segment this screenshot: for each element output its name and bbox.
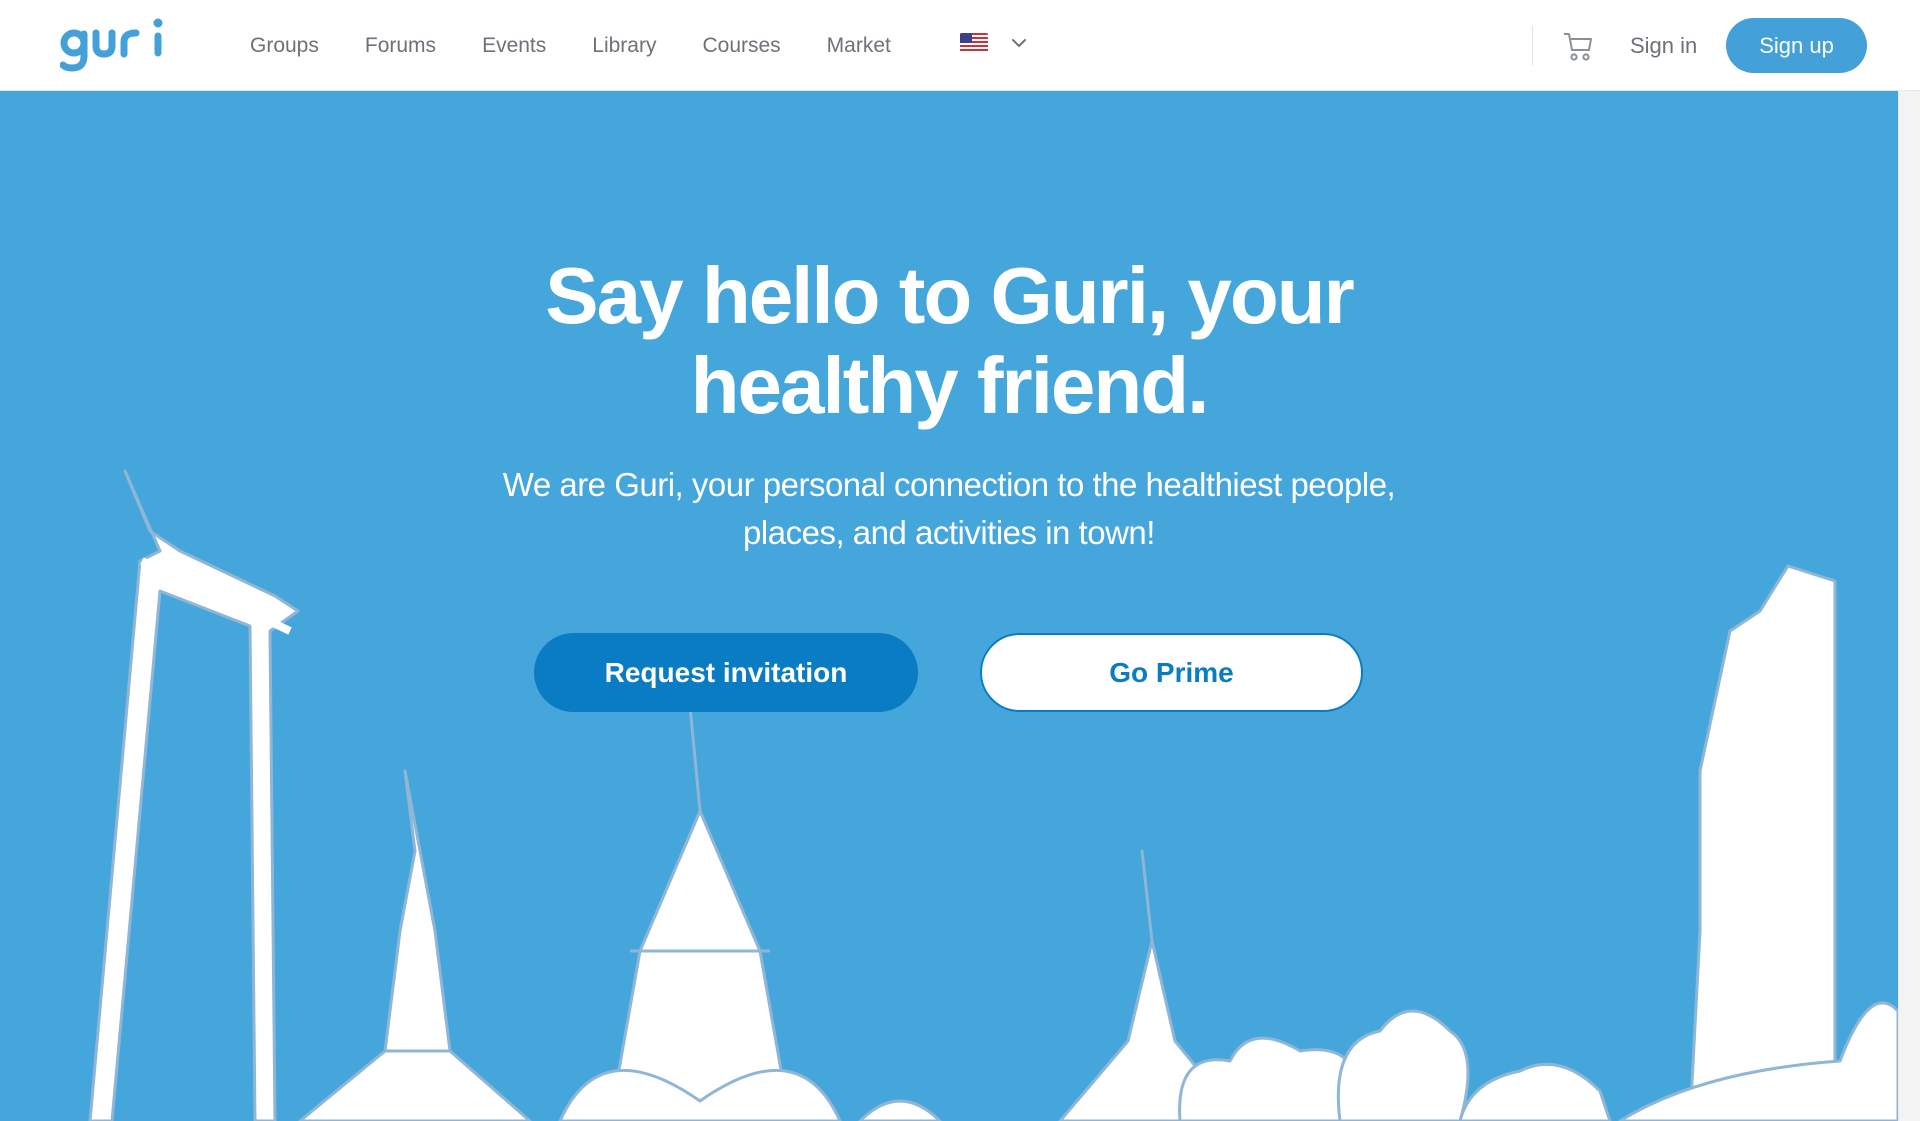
nav-events[interactable]: Events (482, 34, 546, 58)
request-invitation-button[interactable]: Request invitation (534, 633, 918, 712)
hero-title-line-2: healthy friend. (690, 341, 1210, 430)
hero-section: Say hello to Guri, your healthy friend. … (0, 91, 1898, 1121)
page-scrollbar[interactable] (1898, 91, 1920, 1121)
guri-logo[interactable] (60, 16, 170, 74)
hero-title-line-1: Say hello to Guri, your (545, 251, 1354, 340)
nav-market[interactable]: Market (827, 34, 891, 58)
nav-groups[interactable]: Groups (250, 34, 319, 58)
cart-icon[interactable] (1562, 28, 1594, 64)
main-nav: Groups Forums Events Library Courses Mar… (250, 0, 937, 91)
go-prime-button[interactable]: Go Prime (980, 633, 1363, 712)
nav-library[interactable]: Library (592, 34, 656, 58)
sign-in-link[interactable]: Sign in (1630, 33, 1697, 59)
hero-title: Say hello to Guri, your healthy friend. (0, 251, 1898, 431)
us-flag-icon (960, 33, 988, 53)
chevron-down-icon (1012, 39, 1026, 48)
bangkok-skyline-illustration (88, 469, 1898, 1121)
top-navbar: Groups Forums Events Library Courses Mar… (0, 0, 1920, 91)
language-selector[interactable] (960, 33, 1028, 53)
sign-up-button[interactable]: Sign up (1726, 18, 1867, 73)
hero-subtitle-line-1: We are Guri, your personal connection to… (502, 466, 1396, 503)
nav-forums[interactable]: Forums (365, 34, 436, 58)
nav-courses[interactable]: Courses (702, 34, 780, 58)
hero-subtitle: We are Guri, your personal connection to… (0, 461, 1898, 557)
hero-subtitle-line-2: places, and activities in town! (743, 514, 1155, 551)
header-divider (1532, 26, 1533, 66)
